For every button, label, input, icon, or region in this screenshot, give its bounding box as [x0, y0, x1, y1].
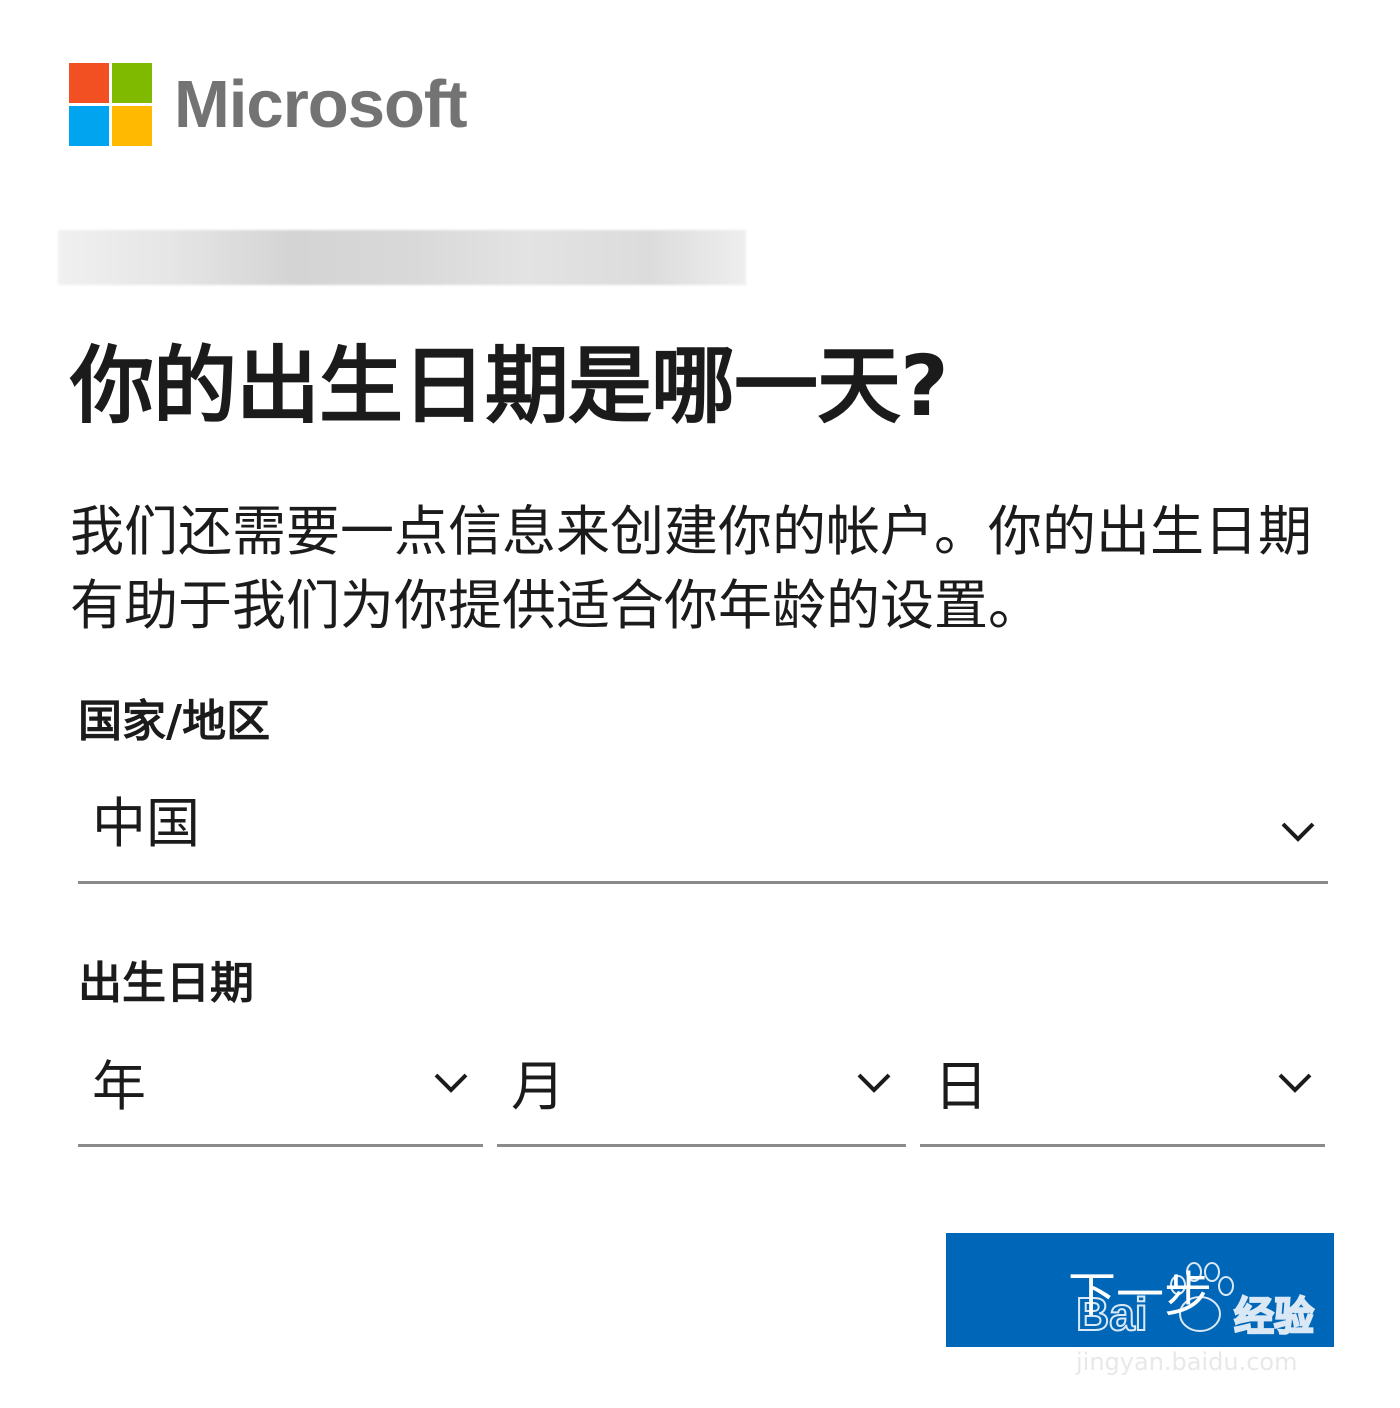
chevron-down-icon — [434, 1073, 468, 1093]
day-select[interactable]: 日 — [920, 1045, 1325, 1147]
chevron-down-icon — [857, 1073, 891, 1093]
page-description: 我们还需要一点信息来创建你的帐户。你的出生日期有助于我们为你提供适合你年龄的设置… — [70, 500, 1312, 637]
month-select[interactable]: 月 — [497, 1045, 906, 1147]
country-select[interactable]: 中国 — [78, 782, 1328, 884]
page-title: 你的出生日期是哪一天? — [70, 337, 949, 435]
next-button[interactable]: 下一步 — [946, 1233, 1334, 1347]
logo-square-red — [69, 63, 109, 103]
birthdate-label: 出生日期 — [78, 958, 254, 1009]
country-select-value: 中国 — [92, 792, 200, 855]
logo-square-blue — [69, 106, 109, 146]
year-select-value: 年 — [92, 1055, 146, 1118]
day-select-value: 日 — [934, 1055, 988, 1118]
month-select-value: 月 — [511, 1055, 565, 1118]
country-label: 国家/地区 — [78, 696, 271, 747]
logo-square-green — [112, 63, 152, 103]
masked-account-identifier — [58, 230, 746, 285]
chevron-down-icon — [1278, 1073, 1312, 1093]
chevron-down-icon — [1281, 822, 1315, 842]
year-select[interactable]: 年 — [78, 1045, 483, 1147]
logo-square-yellow — [112, 106, 152, 146]
microsoft-logo: Microsoft — [69, 63, 467, 146]
watermark-url: jingyan.baidu.com — [1075, 1348, 1297, 1376]
microsoft-logo-icon — [69, 63, 152, 146]
logo-text: Microsoft — [174, 67, 467, 142]
